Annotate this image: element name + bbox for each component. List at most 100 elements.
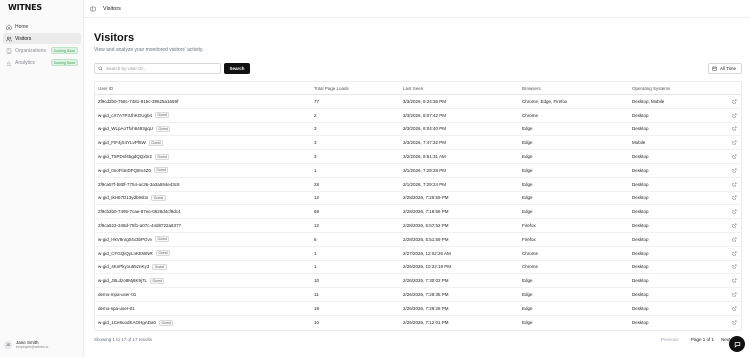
cell-user-id: w-gid_WLpAoTfxh6493gqU Guest [98, 123, 171, 136]
table-row[interactable]: demo-mpa-user-01 11 2/26/2026, 7:29:35 PM E… [95, 288, 741, 302]
cell-last-seen: 2/26/2026, 7:29:35 PM [403, 292, 449, 298]
user-id-text: w-gid_FIF4jX4YLvPf5W [98, 140, 146, 146]
search-icon [98, 66, 103, 71]
page-indicator: Page 1 of 1 [691, 337, 715, 342]
cell-user-id: 2f9cb2b0-7495-7cae-87ee-0628d4cf9dc4 [98, 205, 181, 218]
external-link-icon[interactable] [732, 123, 737, 136]
cell-last-seen: 2/26/2026, 7:12:01 PM [403, 320, 449, 326]
cell-last-seen: 2/26/2026, 7:29:28 PM [403, 305, 449, 311]
guest-badge: Guest [151, 194, 166, 201]
cell-page-loads: 2 [314, 112, 317, 118]
bar-chart-icon [6, 60, 12, 66]
external-link-icon[interactable] [732, 316, 737, 330]
cell-user-id: demo-spa-user-01 [98, 302, 135, 315]
cell-user-id: w-gid_J8Ldzo8Mj6K9j7L Guest [98, 274, 165, 287]
table-row[interactable]: w-gid_0noFl4nDFQ8rv4Z0 Guest 1 3/1/2026, 7:… [95, 164, 741, 178]
table-row[interactable]: w-gid_cX7A7P3JhKGUgb4 Guest 2 3/3/2026, 8:0… [95, 109, 741, 123]
table-row[interactable]: w-gid_IkH57D13ydb9sbn Guest 12 2/28/2026, 7… [95, 192, 741, 206]
chat-button[interactable] [729, 336, 745, 352]
cell-page-loads: 10 [314, 320, 320, 326]
table-row[interactable]: w-gid_WLpAoTfxh6493gqU Guest 3 3/3/2026, 8:… [95, 123, 741, 137]
table-row[interactable]: demo-spa-user-01 18 2/26/2026, 7:29:28 PM E… [95, 302, 741, 316]
table-row[interactable]: w-gid_HkV9nrg04x3bPGvv Guest 6 2/28/2026, 5… [95, 233, 741, 247]
brand-logo: WITNES [8, 3, 42, 12]
external-link-icon[interactable] [732, 136, 737, 149]
table-row[interactable]: 2f9cd2b0-758c-7481-915c-39625a1659f 77 3/3… [95, 95, 741, 109]
sidebar-item-visitors[interactable]: Visitors [3, 33, 81, 44]
sidebar-item-analytics[interactable]: Analytics Coming Soon [3, 57, 81, 68]
cell-last-seen: 3/1/2026, 7:29:28 PM [403, 167, 447, 173]
user-id-text: w-gid_0noFl4nDFQ8rv4Z0 [98, 167, 152, 173]
table-row[interactable]: w-gid_1Ce8uodKAOHgADa0 Guest 10 2/26/2026, … [95, 316, 741, 330]
table-row[interactable]: w-gid_CFGQiQyLnKEWNR Guest 1 2/27/2026, 12:… [95, 247, 741, 261]
sidebar-item-home[interactable]: Home [3, 21, 81, 32]
cell-user-id: w-gid_CFGQiQyLnKEWNR Guest [98, 247, 171, 260]
cell-operating-systems: Desktop [632, 126, 649, 132]
sidebar-item-label: Analytics [15, 59, 36, 66]
external-link-icon[interactable] [732, 205, 737, 218]
column-header-last-seen: Last Seen [403, 85, 424, 91]
external-link-icon[interactable] [732, 219, 737, 232]
users-icon [6, 36, 12, 42]
time-filter-button[interactable]: All Time [708, 63, 742, 74]
previous-page-button[interactable]: Previous [661, 337, 679, 342]
external-link-icon[interactable] [732, 95, 737, 108]
external-link-icon[interactable] [732, 150, 737, 163]
table-row[interactable]: w-gid_T5PDsf4bgdQQxbr2 Guest 3 3/2/2026, 9:… [95, 150, 741, 164]
external-link-icon[interactable] [732, 274, 737, 287]
external-link-icon[interactable] [732, 192, 737, 205]
cell-last-seen: 2/28/2026, 5:57:52 PM [403, 223, 449, 229]
cell-page-loads: 10 [314, 278, 320, 284]
topbar: Visitors [84, 0, 750, 18]
table-row[interactable]: w-gid_4KnPky1u55znKy3 Guest 1 2/26/2026, 10… [95, 261, 741, 275]
search-button[interactable]: Search [224, 63, 250, 74]
cell-user-id: w-gid_IkH57D13ydb9sbn Guest [98, 192, 166, 205]
external-link-icon[interactable] [732, 302, 737, 315]
cell-page-loads: 3 [314, 140, 317, 146]
user-id-text: demo-spa-user-01 [98, 305, 135, 311]
cell-user-id: w-gid_HkV9nrg04x3bPGvv Guest [98, 233, 170, 246]
sidebar-item-organizations[interactable]: Organizations Coming Soon [3, 45, 81, 56]
external-link-icon[interactable] [732, 288, 737, 301]
user-id-text: 2f9cd2b0-758c-7481-915c-39625a1659f [98, 98, 179, 104]
cell-browsers: Chrome, Edge, Firefox [522, 98, 568, 104]
user-id-text: demo-mpa-user-01 [98, 292, 137, 298]
cell-user-id: demo-mpa-user-01 [98, 288, 136, 301]
cell-page-loads: 12 [314, 223, 320, 229]
guest-badge: Guest [155, 112, 170, 119]
table-row[interactable]: 2f9ca523-348d-76f1-a07c-44d8722a6377 12 2/… [95, 219, 741, 233]
cell-user-id: w-gid_T5PDsf4bgdQQxbr2 Guest [98, 150, 170, 163]
sidebar-toggle-icon[interactable] [90, 6, 96, 12]
page-subtitle: View and analyze your monitored visitors… [94, 47, 204, 53]
table-header: User ID Total Page Loads Last Seen Brows… [95, 82, 741, 95]
user-profile[interactable]: JS Jane Smith employee@witnes.io [4, 340, 48, 349]
cell-last-seen: 3/1/2026, 7:29:24 PM [403, 181, 447, 187]
cell-page-loads: 3 [314, 126, 317, 132]
external-link-icon[interactable] [732, 247, 737, 260]
user-email: employee@witnes.io [16, 345, 49, 349]
cell-page-loads: 18 [314, 305, 320, 311]
external-link-icon[interactable] [732, 233, 737, 246]
user-id-text: w-gid_HkV9nrg04x3bPGvv [98, 236, 153, 242]
external-link-icon[interactable] [732, 261, 737, 274]
cell-page-loads: 3 [314, 154, 317, 160]
cell-operating-systems: Desktop [632, 292, 649, 298]
cell-browsers: Chrome [522, 250, 539, 256]
cell-operating-systems: Desktop [632, 154, 649, 160]
cell-operating-systems: Desktop [632, 320, 649, 326]
table-row[interactable]: w-gid_J8Ldzo8Mj6K9j7L Guest 10 2/26/2026, 7… [95, 274, 741, 289]
guest-badge: Guest [159, 319, 174, 326]
cell-page-loads: 12 [314, 195, 320, 201]
cell-operating-systems: Desktop [632, 209, 649, 215]
external-link-icon[interactable] [732, 164, 737, 177]
external-link-icon[interactable] [732, 178, 737, 191]
table-row[interactable]: 2f9cb2b0-7495-7cae-87ee-0628d4cf9dc4 69 2/… [95, 205, 741, 220]
external-link-icon[interactable] [732, 109, 737, 122]
table-row[interactable]: 2f9ca57f-b80f-7754-ac36-3a3a594e43c8 28 3/… [95, 178, 741, 192]
table-row[interactable]: w-gid_FIF4jX4YLvPf5W Guest 3 3/3/2026, 7:47… [95, 136, 741, 151]
cell-browsers: Edge [522, 305, 533, 311]
cell-operating-systems: Desktop [632, 250, 649, 256]
search-input[interactable] [106, 66, 216, 71]
cell-browsers: Edge [522, 140, 533, 146]
cell-browsers: Edge [522, 292, 533, 298]
